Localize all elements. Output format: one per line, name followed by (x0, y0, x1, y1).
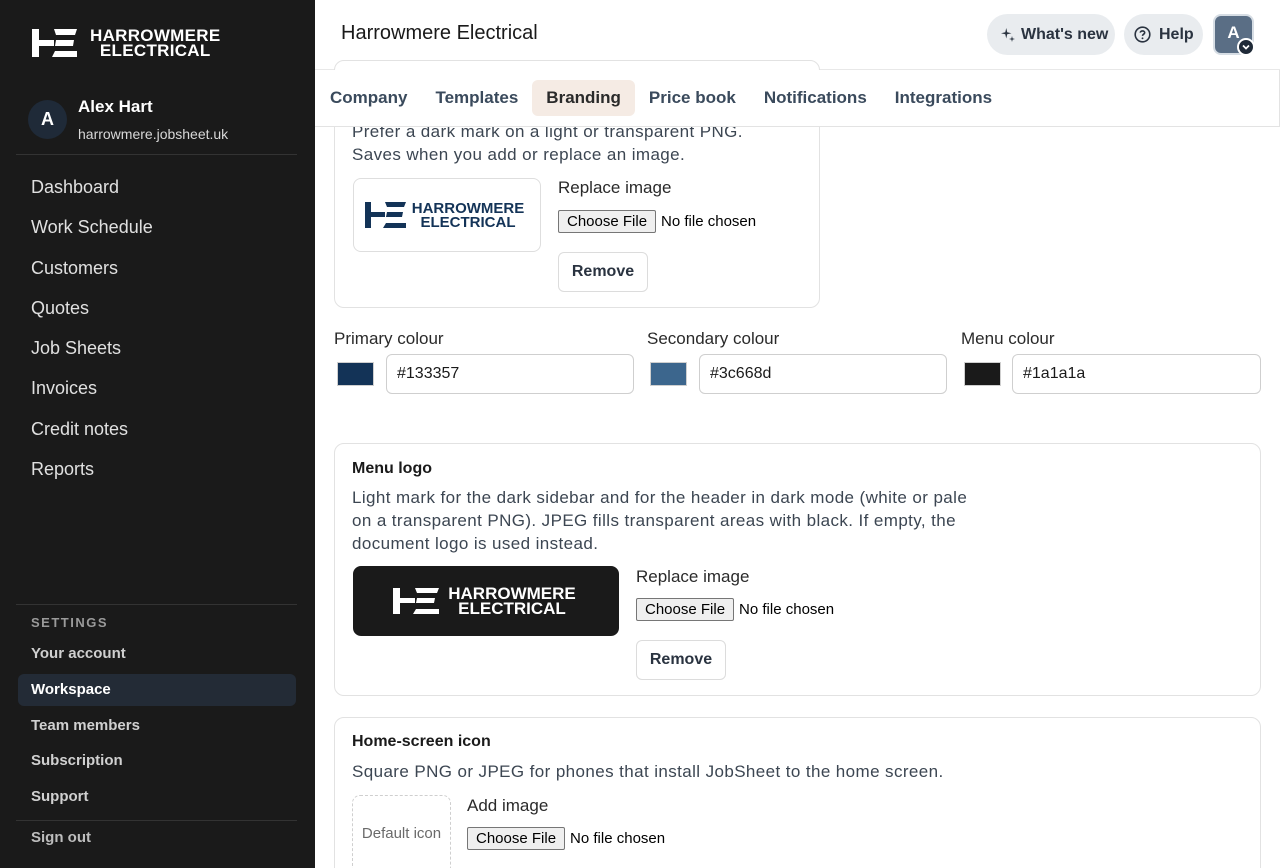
tab-notifications[interactable]: Notifications (750, 80, 881, 116)
menu-colour-swatch (963, 362, 1001, 386)
account-menu-button[interactable]: A (1213, 14, 1255, 56)
document-logo-file-input[interactable]: Choose File No file chosen (558, 210, 756, 233)
file-status: No file chosen (739, 601, 835, 618)
nav-item-dashboard[interactable]: Dashboard (31, 167, 153, 207)
settings-nav: Your account Workspace Team members Subs… (18, 636, 296, 814)
menu-logo-title: Menu logo (352, 460, 432, 477)
primary-colour-swatch (336, 362, 374, 386)
divider (16, 820, 297, 821)
menu-logo-file-input[interactable]: Choose File No file chosen (636, 598, 834, 621)
choose-file-button[interactable]: Choose File (467, 827, 566, 850)
remove-menu-logo-button[interactable]: Remove (636, 640, 726, 680)
sparkle-icon (1001, 27, 1015, 42)
help-icon (1134, 26, 1151, 43)
nav-item-job-sheets[interactable]: Job Sheets (31, 328, 153, 368)
logo-wordmark: HARROWMERE ELECTRICAL (90, 26, 221, 60)
default-icon-placeholder: Default icon (352, 795, 451, 868)
add-image-label: Add image (467, 796, 549, 815)
settings-item-support[interactable]: Support (18, 779, 296, 815)
harrowmere-logo-dark-icon: HARROWMERE ELECTRICAL (365, 200, 524, 231)
settings-item-subscription[interactable]: Subscription (18, 743, 296, 779)
user-name: Alex Hart (78, 97, 153, 116)
file-status: No file chosen (570, 830, 666, 847)
secondary-colour-input[interactable]: #3c668d (699, 354, 947, 394)
divider (16, 154, 297, 155)
tab-branding[interactable]: Branding (532, 80, 635, 116)
settings-item-your-account[interactable]: Your account (18, 636, 296, 672)
account-initial: A (1227, 23, 1240, 42)
nav-item-reports[interactable]: Reports (31, 449, 153, 489)
logo-mark-icon (32, 29, 77, 57)
tab-price-book[interactable]: Price book (635, 80, 750, 116)
nav-item-work-schedule[interactable]: Work Schedule (31, 207, 153, 247)
tab-integrations[interactable]: Integrations (881, 80, 1006, 116)
user-domain: harrowmere.jobsheet.uk (78, 126, 229, 142)
nav-item-invoices[interactable]: Invoices (31, 368, 153, 408)
menu-colour-input[interactable]: #1a1a1a (1012, 354, 1261, 394)
menu-colour-label: Menu colour (961, 329, 1055, 348)
company-logo[interactable]: HARROWMERE ELECTRICAL (30, 26, 221, 60)
replace-image-label: Replace image (558, 178, 672, 197)
menu-logo-card: Menu logo Light mark for the dark sideba… (334, 443, 1261, 696)
user-profile[interactable]: A Alex Hart harrowmere.jobsheet.uk (28, 96, 228, 142)
sign-out-button[interactable]: Sign out (31, 829, 91, 846)
home-icon-description: Square PNG or JPEG for phones that insta… (352, 762, 944, 781)
primary-colour-label: Primary colour (334, 329, 444, 348)
harrowmere-logo-light-icon: HARROWMERE ELECTRICAL (393, 584, 576, 618)
settings-item-team-members[interactable]: Team members (18, 708, 296, 744)
avatar: A (28, 100, 67, 139)
secondary-colour-label: Secondary colour (647, 329, 780, 348)
document-logo-preview: HARROWMERE ELECTRICAL (353, 178, 541, 252)
whats-new-button[interactable]: What's new (987, 14, 1115, 55)
home-icon-file-input[interactable]: Choose File No file chosen (467, 827, 665, 850)
whats-new-label: What's new (1021, 25, 1109, 43)
settings-tabs: Company Templates Branding Price book No… (315, 70, 1280, 127)
svg-text:ELECTRICAL: ELECTRICAL (421, 214, 516, 231)
primary-colour-input[interactable]: #133357 (386, 354, 634, 394)
menu-logo-preview: HARROWMERE ELECTRICAL (353, 566, 619, 636)
settings-item-workspace[interactable]: Workspace (18, 673, 296, 706)
primary-colour-picker[interactable] (334, 354, 376, 394)
nav-item-credit-notes[interactable]: Credit notes (31, 409, 153, 449)
file-status: No file chosen (661, 213, 757, 230)
remove-document-logo-button[interactable]: Remove (558, 252, 648, 292)
home-icon-card: Home-screen icon Square PNG or JPEG for … (334, 717, 1261, 868)
main-nav: Dashboard Work Schedule Customers Quotes… (31, 167, 153, 489)
menu-colour-picker[interactable] (961, 354, 1003, 394)
tab-company[interactable]: Company (330, 80, 421, 116)
choose-file-button[interactable]: Choose File (558, 210, 657, 233)
home-icon-title: Home-screen icon (352, 733, 491, 750)
secondary-colour-swatch (649, 362, 687, 386)
divider (16, 604, 297, 605)
replace-image-label: Replace image (636, 567, 750, 586)
chevron-down-icon (1237, 38, 1255, 56)
nav-item-customers[interactable]: Customers (31, 248, 153, 288)
help-label: Help (1159, 25, 1194, 43)
menu-logo-description: Light mark for the dark sidebar and for … (352, 488, 968, 553)
settings-heading: SETTINGS (31, 615, 109, 630)
svg-text:ELECTRICAL: ELECTRICAL (458, 599, 566, 618)
sidebar: HARROWMERE ELECTRICAL A Alex Hart harrow… (0, 0, 315, 868)
help-button[interactable]: Help (1124, 14, 1203, 55)
choose-file-button[interactable]: Choose File (636, 598, 735, 621)
page-title: Harrowmere Electrical (341, 22, 538, 44)
secondary-colour-picker[interactable] (647, 354, 689, 394)
nav-item-quotes[interactable]: Quotes (31, 288, 153, 328)
tab-templates[interactable]: Templates (421, 80, 532, 116)
